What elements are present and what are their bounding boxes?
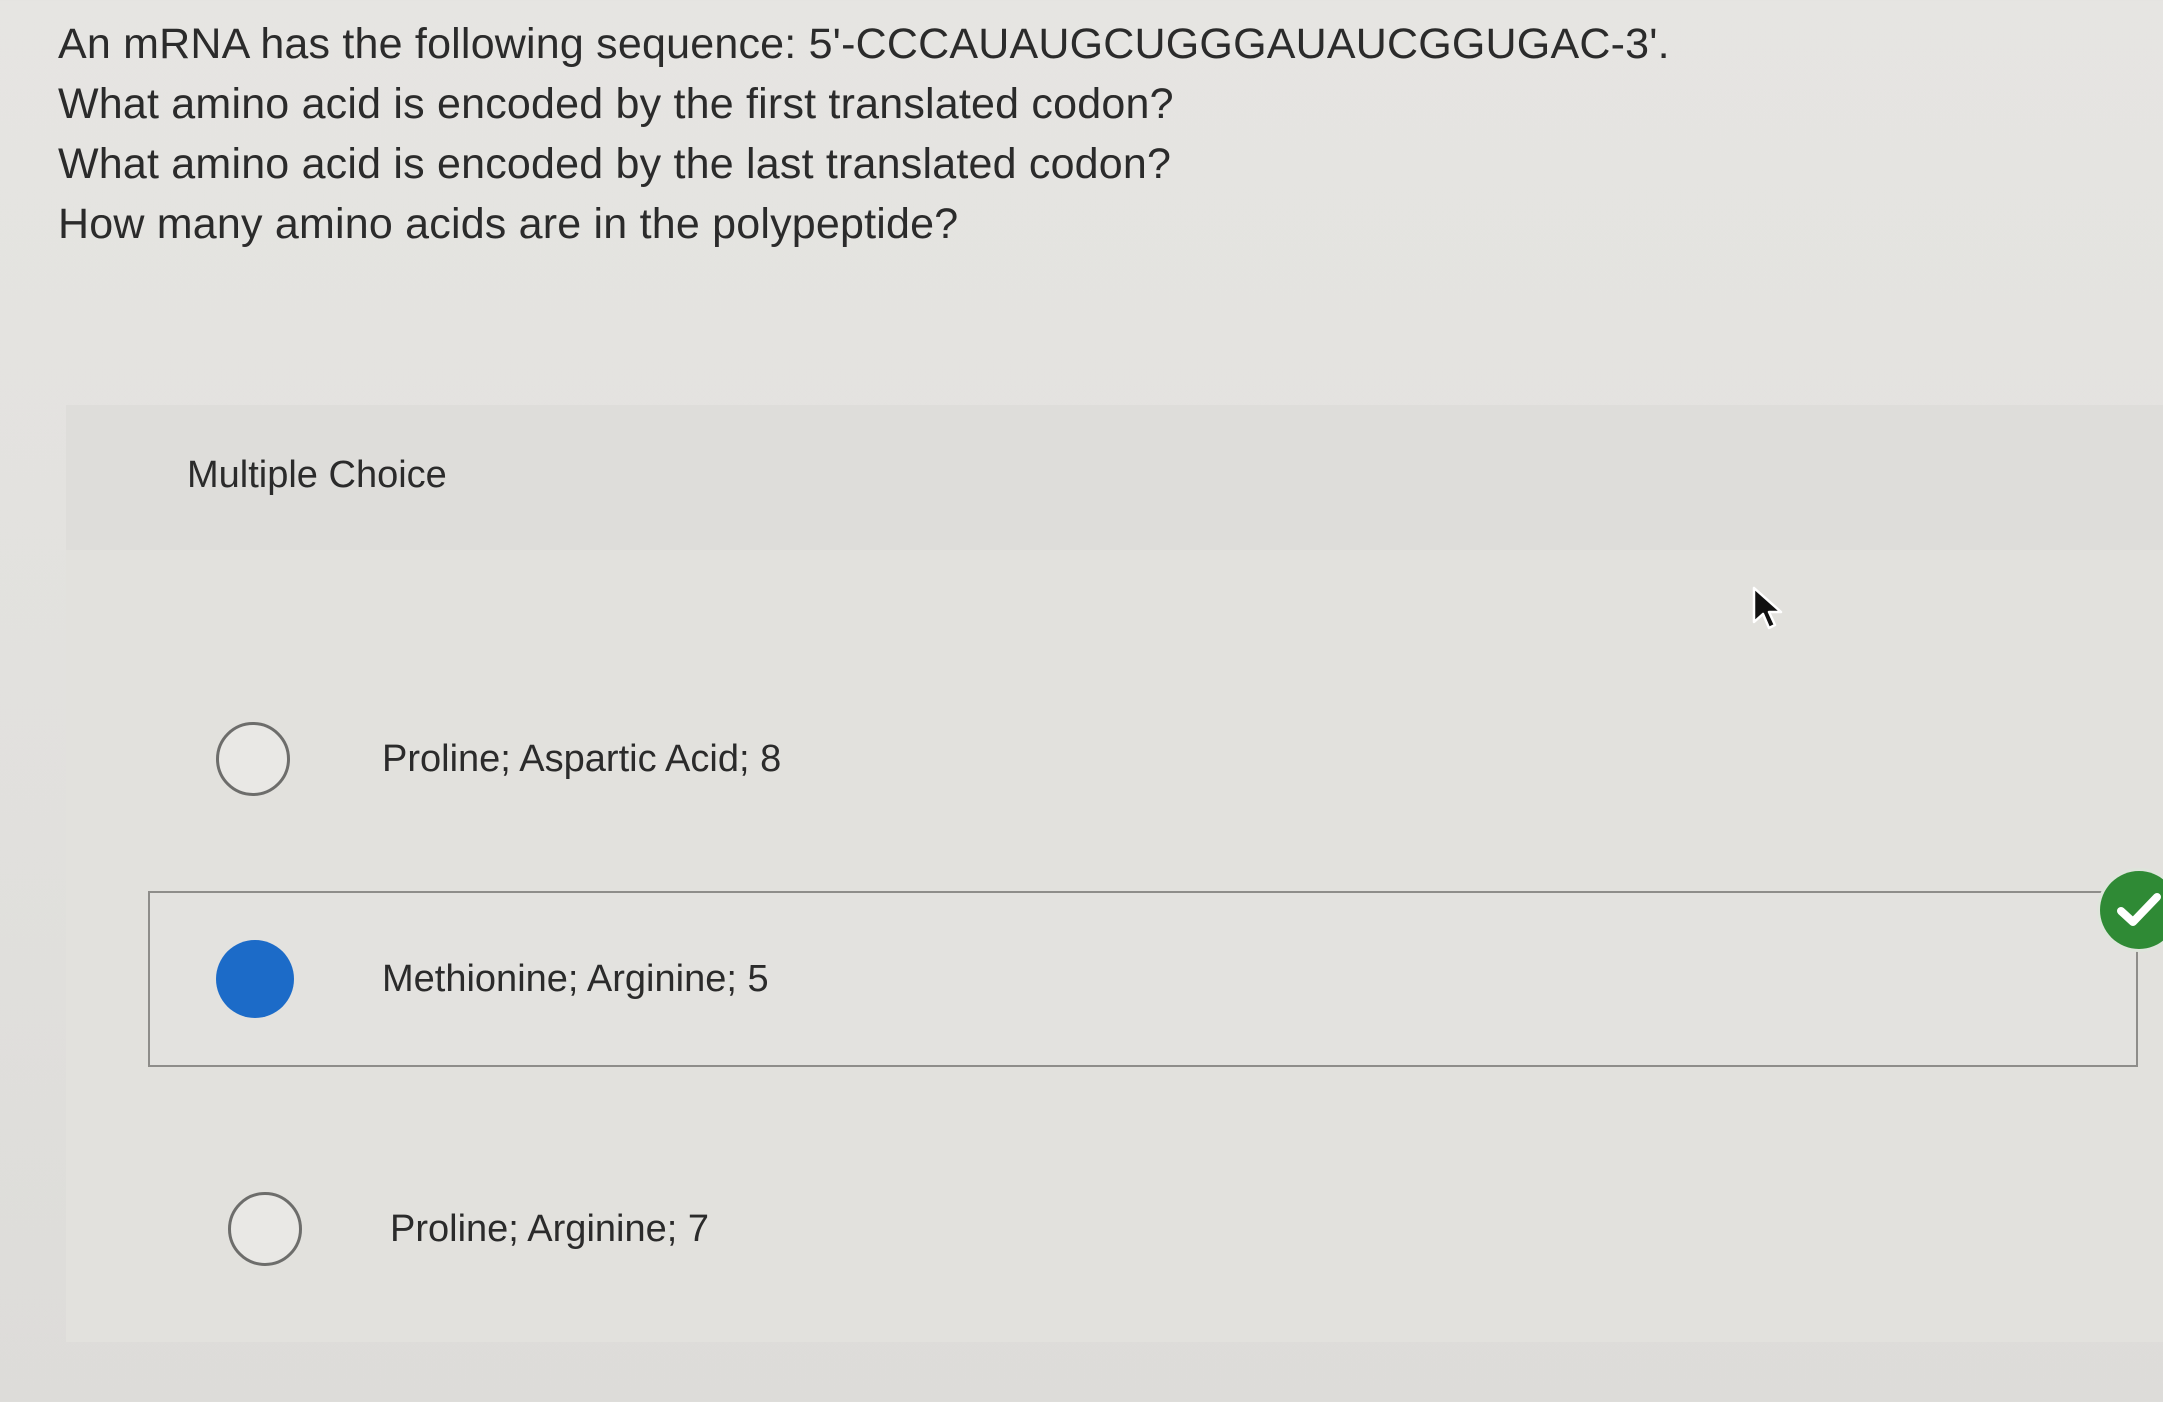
mouse-cursor-icon bbox=[1752, 586, 1786, 637]
choice-option-1[interactable]: Proline; Aspartic Acid; 8 bbox=[148, 671, 2138, 847]
radio-button-unselected[interactable] bbox=[216, 722, 290, 796]
choice-option-label: Proline; Aspartic Acid; 8 bbox=[382, 738, 782, 780]
multiple-choice-label: Multiple Choice bbox=[187, 454, 447, 496]
radio-button-unselected[interactable] bbox=[228, 1192, 302, 1266]
choice-option-label: Methionine; Arginine; 5 bbox=[382, 958, 769, 1000]
panel-header: Multiple Choice bbox=[66, 405, 2163, 550]
choice-option-label: Proline; Arginine; 7 bbox=[390, 1208, 709, 1250]
choice-option-2[interactable]: Methionine; Arginine; 5 bbox=[148, 871, 2163, 1067]
radio-button-selected[interactable] bbox=[216, 940, 294, 1018]
checkmark-icon bbox=[2100, 871, 2163, 949]
choice-option-3[interactable]: Proline; Arginine; 7 bbox=[148, 1141, 2138, 1317]
question-line-sequence: An mRNA has the following sequence: 5'-C… bbox=[58, 20, 1670, 68]
multiple-choice-panel: Multiple Choice Proline; Aspartic Acid; … bbox=[66, 405, 2163, 1342]
question-line-last-codon: What amino acid is encoded by the last t… bbox=[58, 140, 1172, 188]
question-line-amino-count: How many amino acids are in the polypept… bbox=[58, 200, 959, 248]
question-block: An mRNA has the following sequence: 5'-C… bbox=[58, 14, 1958, 254]
question-line-first-codon: What amino acid is encoded by the first … bbox=[58, 80, 1174, 128]
